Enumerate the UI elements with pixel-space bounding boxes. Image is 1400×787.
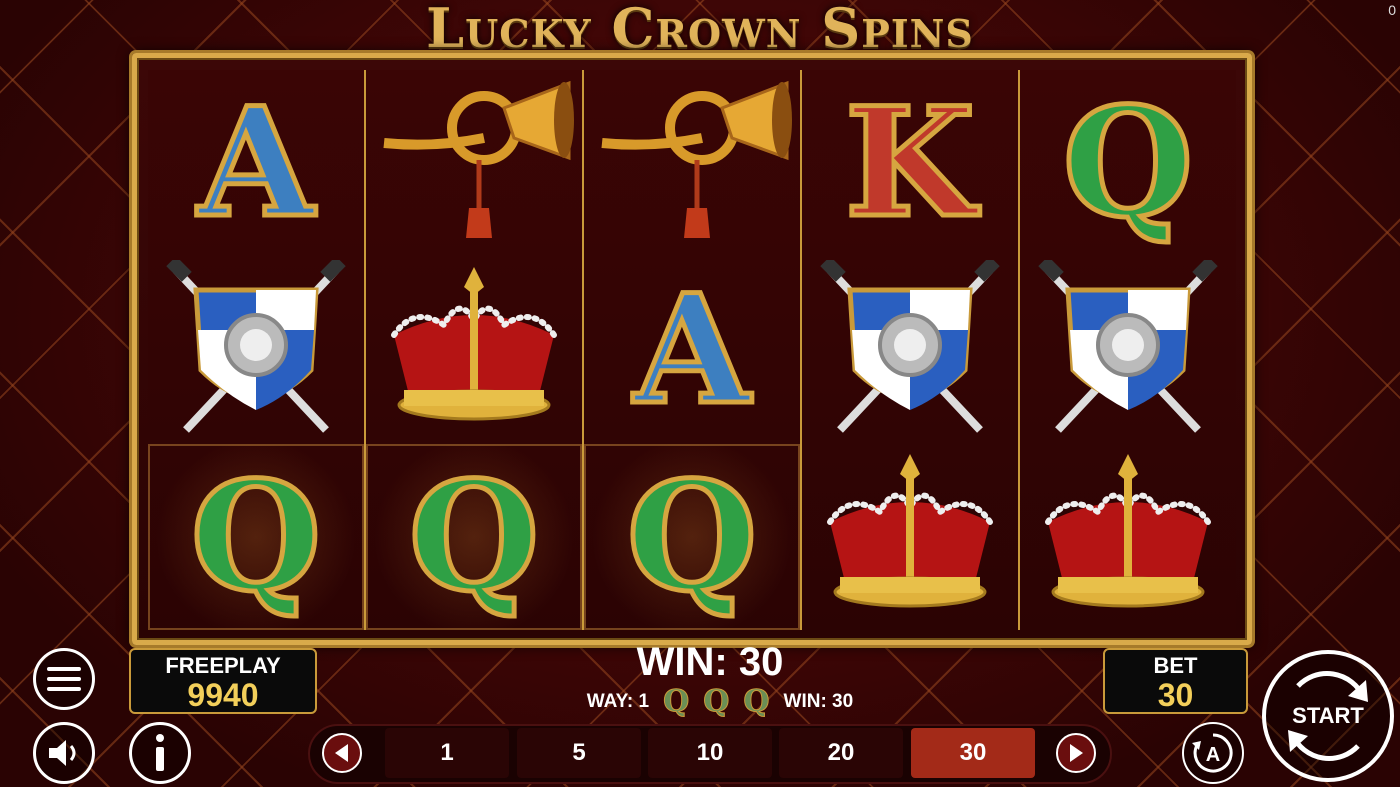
bet-option-selected[interactable]: 30 <box>911 728 1035 778</box>
reel-cell <box>802 257 1018 443</box>
win-line-info: WAY: 1 Q Q Q WIN: 30 <box>540 684 900 719</box>
bet-next-button[interactable] <box>1056 733 1096 773</box>
bet-option[interactable]: 1 <box>385 728 509 778</box>
freeplay-value: 9940 <box>187 677 259 713</box>
reel: AQ <box>148 70 366 630</box>
reel-cell <box>366 70 582 256</box>
reel-cell <box>1020 444 1236 630</box>
freeplay-label: FREEPLAY <box>165 653 281 678</box>
chevron-left-icon <box>335 744 348 762</box>
win-symbol-q-icon: Q <box>703 684 730 719</box>
bet-label: BET <box>1153 653 1198 678</box>
bet-option[interactable]: 20 <box>779 728 903 778</box>
letter-a-symbol: A <box>631 262 752 438</box>
reel-cell <box>148 257 364 443</box>
shield-swords-icon <box>820 260 1000 433</box>
shield-swords-icon <box>166 260 346 433</box>
letter-a-symbol: A <box>195 75 316 251</box>
crown-icon <box>827 454 993 608</box>
reel: Q <box>1020 70 1236 630</box>
bet-option[interactable]: 5 <box>517 728 641 778</box>
horn-icon <box>601 80 792 238</box>
reel: K <box>802 70 1020 630</box>
sound-button[interactable] <box>33 722 95 784</box>
shield-swords-icon <box>1038 260 1218 433</box>
svg-text:A: A <box>1206 744 1220 766</box>
bet-panel: BET 30 <box>1103 648 1248 714</box>
win-amount: WIN: 30 <box>636 640 784 684</box>
letter-k-symbol: K <box>842 75 977 251</box>
sound-icon <box>49 740 76 766</box>
letter-q-symbol: Q <box>188 449 324 625</box>
reel-cell: Q <box>148 444 364 630</box>
reel-cell <box>366 257 582 443</box>
reel-cell <box>584 70 800 256</box>
autoplay-button[interactable]: A <box>1182 722 1244 784</box>
info-button[interactable] <box>129 722 191 784</box>
win-symbol-q-icon: Q <box>663 684 690 719</box>
reel-cell: Q <box>1020 70 1236 256</box>
reel-cell <box>802 444 1018 630</box>
letter-q-symbol: Q <box>1060 75 1196 251</box>
letter-q-symbol: Q <box>406 449 542 625</box>
horn-icon <box>383 80 574 238</box>
reel-cell: A <box>148 70 364 256</box>
menu-icon <box>47 667 81 691</box>
letter-q-symbol: Q <box>624 449 760 625</box>
reel-cell: A <box>584 257 800 443</box>
freeplay-panel: FREEPLAY 9940 <box>129 648 317 714</box>
info-icon <box>156 734 164 771</box>
reel-cell <box>1020 257 1236 443</box>
bet-value: 30 <box>1157 677 1194 713</box>
start-button[interactable]: START <box>1262 650 1394 782</box>
autoplay-icon: A <box>1192 733 1233 773</box>
menu-button[interactable] <box>33 648 95 710</box>
start-label: START <box>1292 703 1364 728</box>
reel: Q <box>366 70 584 630</box>
win-line-amount: WIN: 30 <box>783 691 854 712</box>
win-symbol-q-icon: Q <box>743 684 770 719</box>
reel-cell: Q <box>366 444 582 630</box>
reel-cell: K <box>802 70 1018 256</box>
reels: AQQAQKQ <box>148 70 1236 630</box>
crown-icon <box>1045 454 1211 608</box>
game-title: Lucky Crown Spins <box>426 0 974 60</box>
reel-cell: Q <box>584 444 800 630</box>
reel: AQ <box>584 70 802 630</box>
chevron-right-icon <box>1070 744 1083 762</box>
bet-option[interactable]: 10 <box>648 728 772 778</box>
crown-icon <box>391 267 557 421</box>
bet-prev-button[interactable] <box>322 733 362 773</box>
win-way: WAY: 1 <box>586 691 650 712</box>
